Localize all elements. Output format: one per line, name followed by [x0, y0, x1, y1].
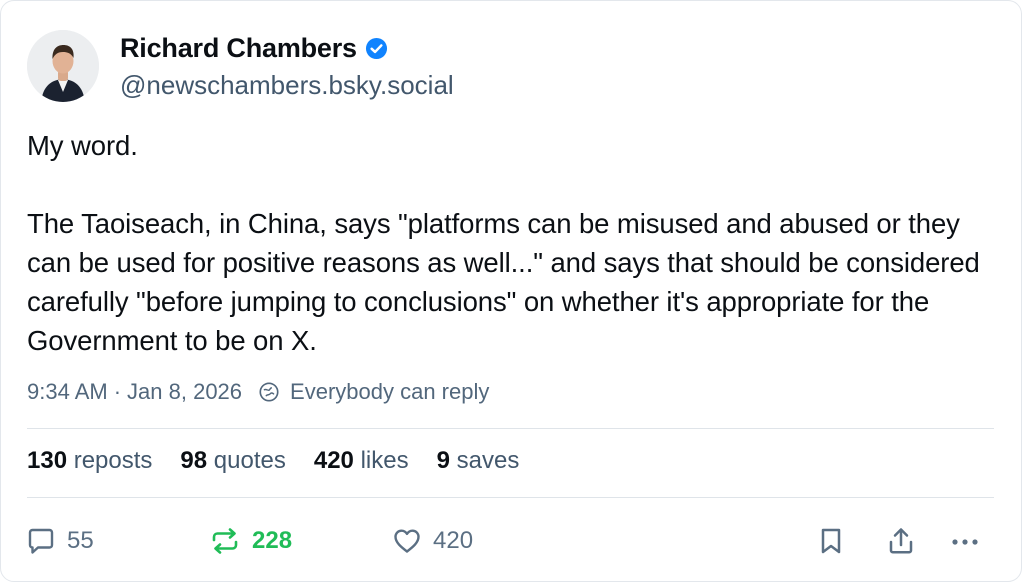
quotes-stat[interactable]: 98 quotes	[180, 447, 285, 475]
like-count: 420	[433, 527, 474, 554]
share-icon	[885, 525, 917, 557]
likes-label: likes	[360, 447, 409, 474]
quotes-count: 98	[180, 447, 208, 474]
likes-count: 420	[313, 447, 354, 474]
post-date[interactable]: Jan 8, 2026	[127, 379, 242, 405]
bookmark-button[interactable]	[817, 521, 845, 561]
reposts-count: 130	[27, 447, 68, 474]
author-display-name[interactable]: Richard Chambers	[120, 33, 357, 64]
avatar-image	[27, 30, 99, 102]
reposts-stat[interactable]: 130 reposts	[27, 447, 152, 475]
globe-icon	[258, 381, 280, 403]
saves-label: saves	[456, 447, 520, 474]
divider	[27, 497, 994, 498]
reply-button[interactable]: 55	[25, 521, 94, 561]
reposts-label: reposts	[73, 447, 153, 474]
post-header: Richard Chambers @newschambers.bsky.soci…	[27, 29, 454, 103]
post-time[interactable]: 9:34 AM	[27, 379, 108, 405]
divider	[27, 428, 994, 429]
meta-separator: ·	[113, 379, 122, 404]
post-card: Richard Chambers @newschambers.bsky.soci…	[0, 0, 1022, 582]
author-handle[interactable]: @newschambers.bsky.social	[120, 67, 454, 103]
speech-bubble-icon	[25, 525, 57, 557]
saves-stat[interactable]: 9 saves	[437, 447, 520, 475]
saves-count: 9	[436, 447, 450, 474]
quotes-label: quotes	[213, 447, 286, 474]
likes-stat[interactable]: 420 likes	[314, 447, 409, 475]
bookmark-icon	[817, 525, 845, 557]
action-bar: 55 228 420	[25, 521, 1000, 561]
heart-icon	[391, 525, 423, 557]
verified-badge-icon[interactable]	[365, 37, 388, 60]
repost-button[interactable]: 228	[208, 521, 292, 561]
post-text: My word. The Taoiseach, in China, says "…	[27, 130, 980, 356]
reply-count: 55	[67, 527, 94, 554]
repost-count: 228	[252, 527, 293, 554]
reply-setting[interactable]: Everybody can reply	[290, 379, 489, 405]
author-names: Richard Chambers @newschambers.bsky.soci…	[120, 29, 454, 103]
more-dots-icon	[947, 525, 983, 557]
avatar[interactable]	[27, 30, 99, 102]
name-row: Richard Chambers	[120, 29, 454, 67]
engagement-stats: 130 reposts 98 quotes 420 likes 9 saves	[27, 447, 547, 475]
share-button[interactable]	[885, 521, 917, 561]
repost-arrows-icon	[208, 525, 242, 557]
post-meta: 9:34 AM · Jan 8, 2026 Everybody can repl…	[27, 379, 489, 405]
like-button[interactable]: 420	[391, 521, 473, 561]
more-button[interactable]	[947, 521, 983, 561]
